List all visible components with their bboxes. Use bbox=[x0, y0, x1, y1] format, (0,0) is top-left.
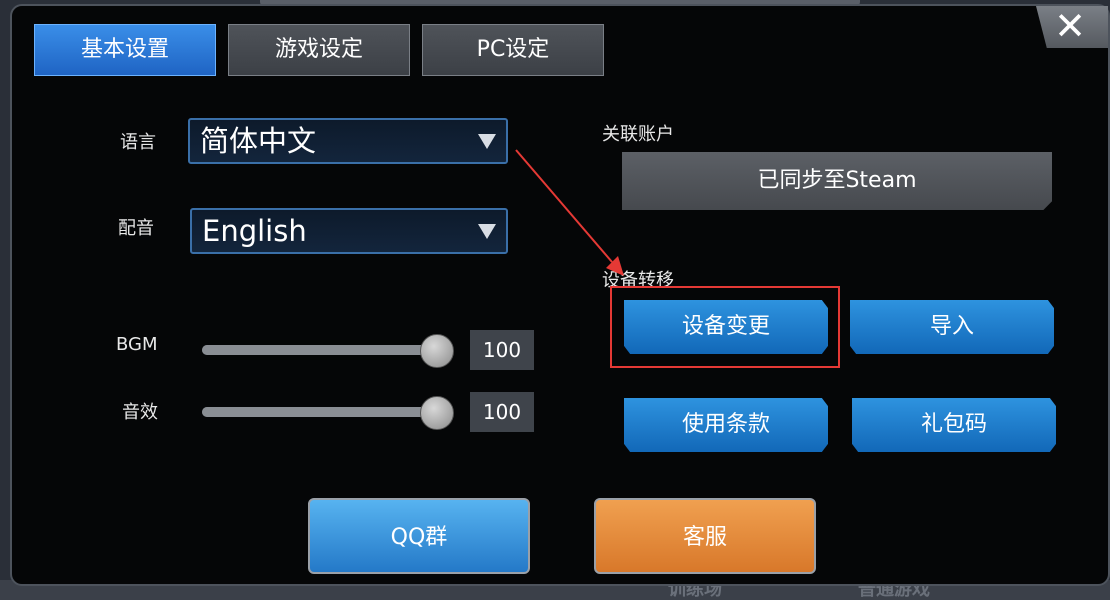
settings-panel: 基本设置 游戏设定 PC设定 语言 简体中文 配音 English BGM 10… bbox=[10, 4, 1110, 586]
close-x-icon: ✕ bbox=[1054, 4, 1086, 48]
annotation-arrow bbox=[515, 149, 624, 276]
